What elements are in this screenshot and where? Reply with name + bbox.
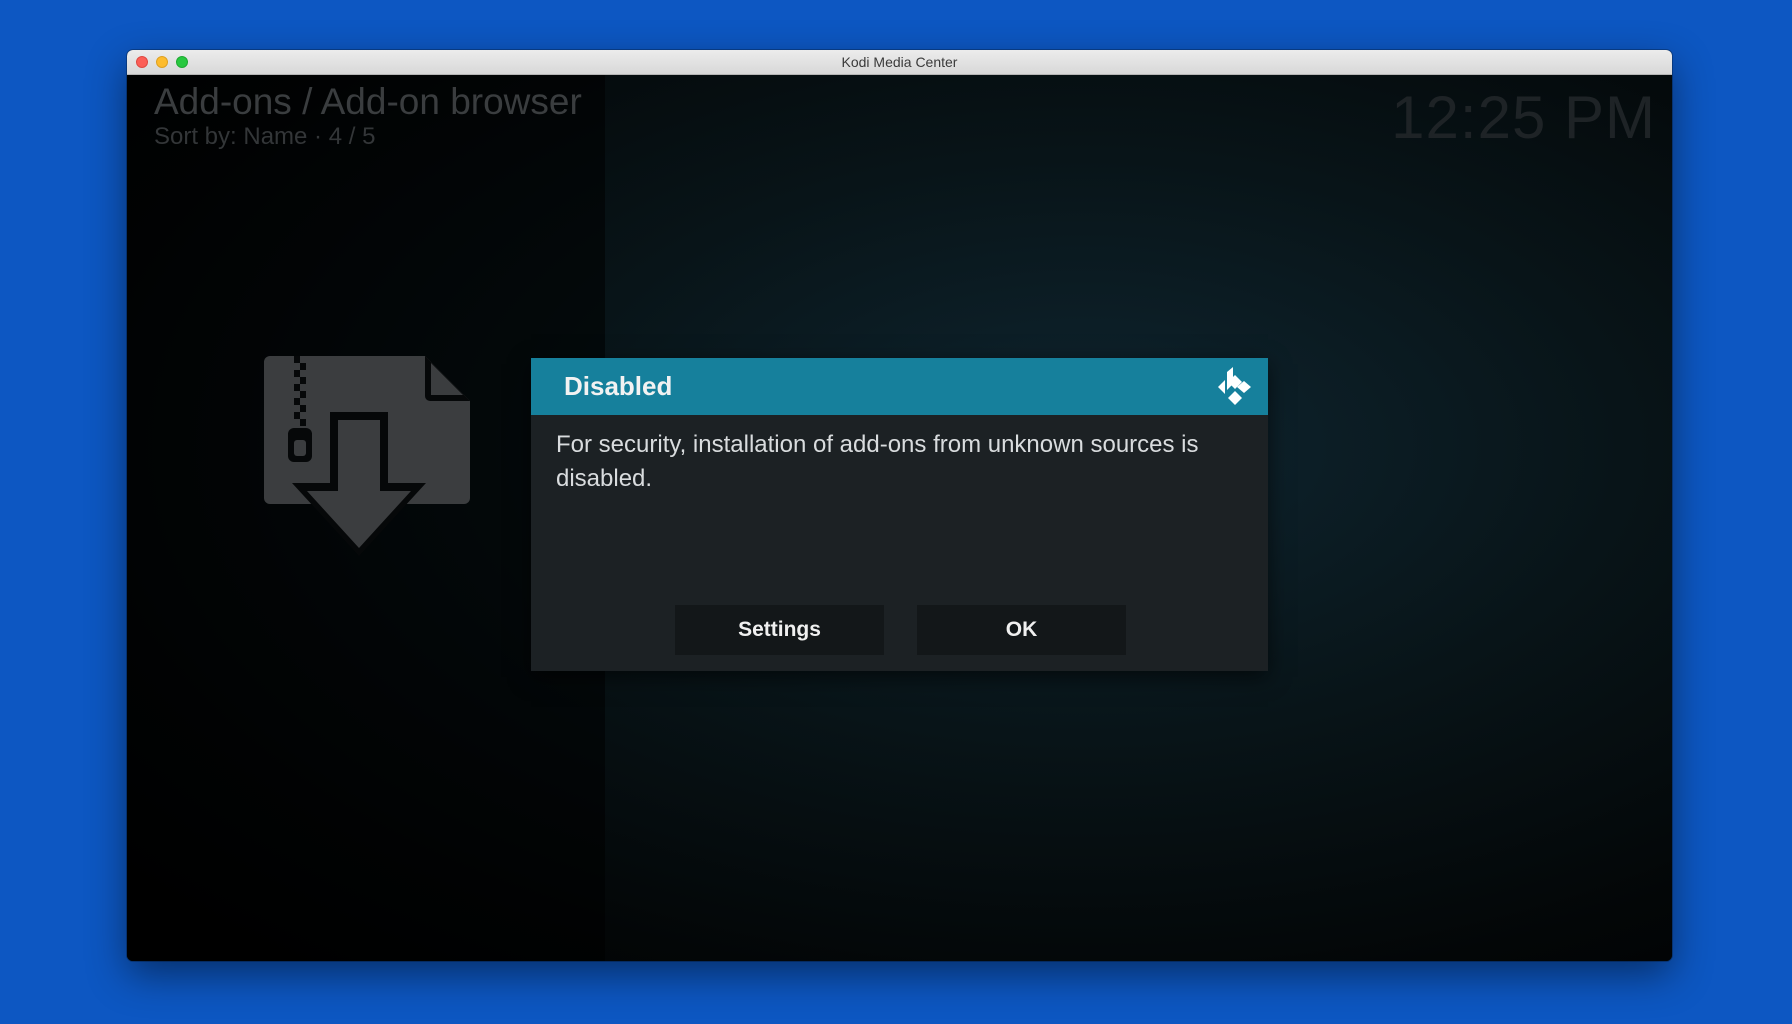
kodi-screen: Add-ons / Add-on browser Sort by: Name ·… [127, 75, 1672, 961]
clock: 12:25 PM [1391, 84, 1656, 151]
dialog-title: Disabled [564, 371, 673, 401]
desktop-background: Kodi Media Center Add-ons / Add-on brows… [0, 0, 1792, 1024]
window-title: Kodi Media Center [841, 54, 958, 70]
ok-button[interactable]: OK [917, 605, 1126, 655]
dialog-header: Disabled [531, 358, 1268, 415]
window-titlebar[interactable]: Kodi Media Center [127, 50, 1672, 75]
sort-info: Sort by: Name · 4 / 5 [154, 123, 376, 150]
app-window: Kodi Media Center Add-ons / Add-on brows… [127, 50, 1672, 961]
settings-button[interactable]: Settings [675, 605, 884, 655]
dialog-message: For security, installation of add-ons fr… [556, 431, 1199, 492]
kodi-logo-icon [1218, 367, 1251, 405]
disabled-dialog: Disabled For security, installation of a… [531, 358, 1268, 671]
zip-download-icon [264, 356, 470, 556]
breadcrumb: Add-ons / Add-on browser [154, 81, 582, 122]
